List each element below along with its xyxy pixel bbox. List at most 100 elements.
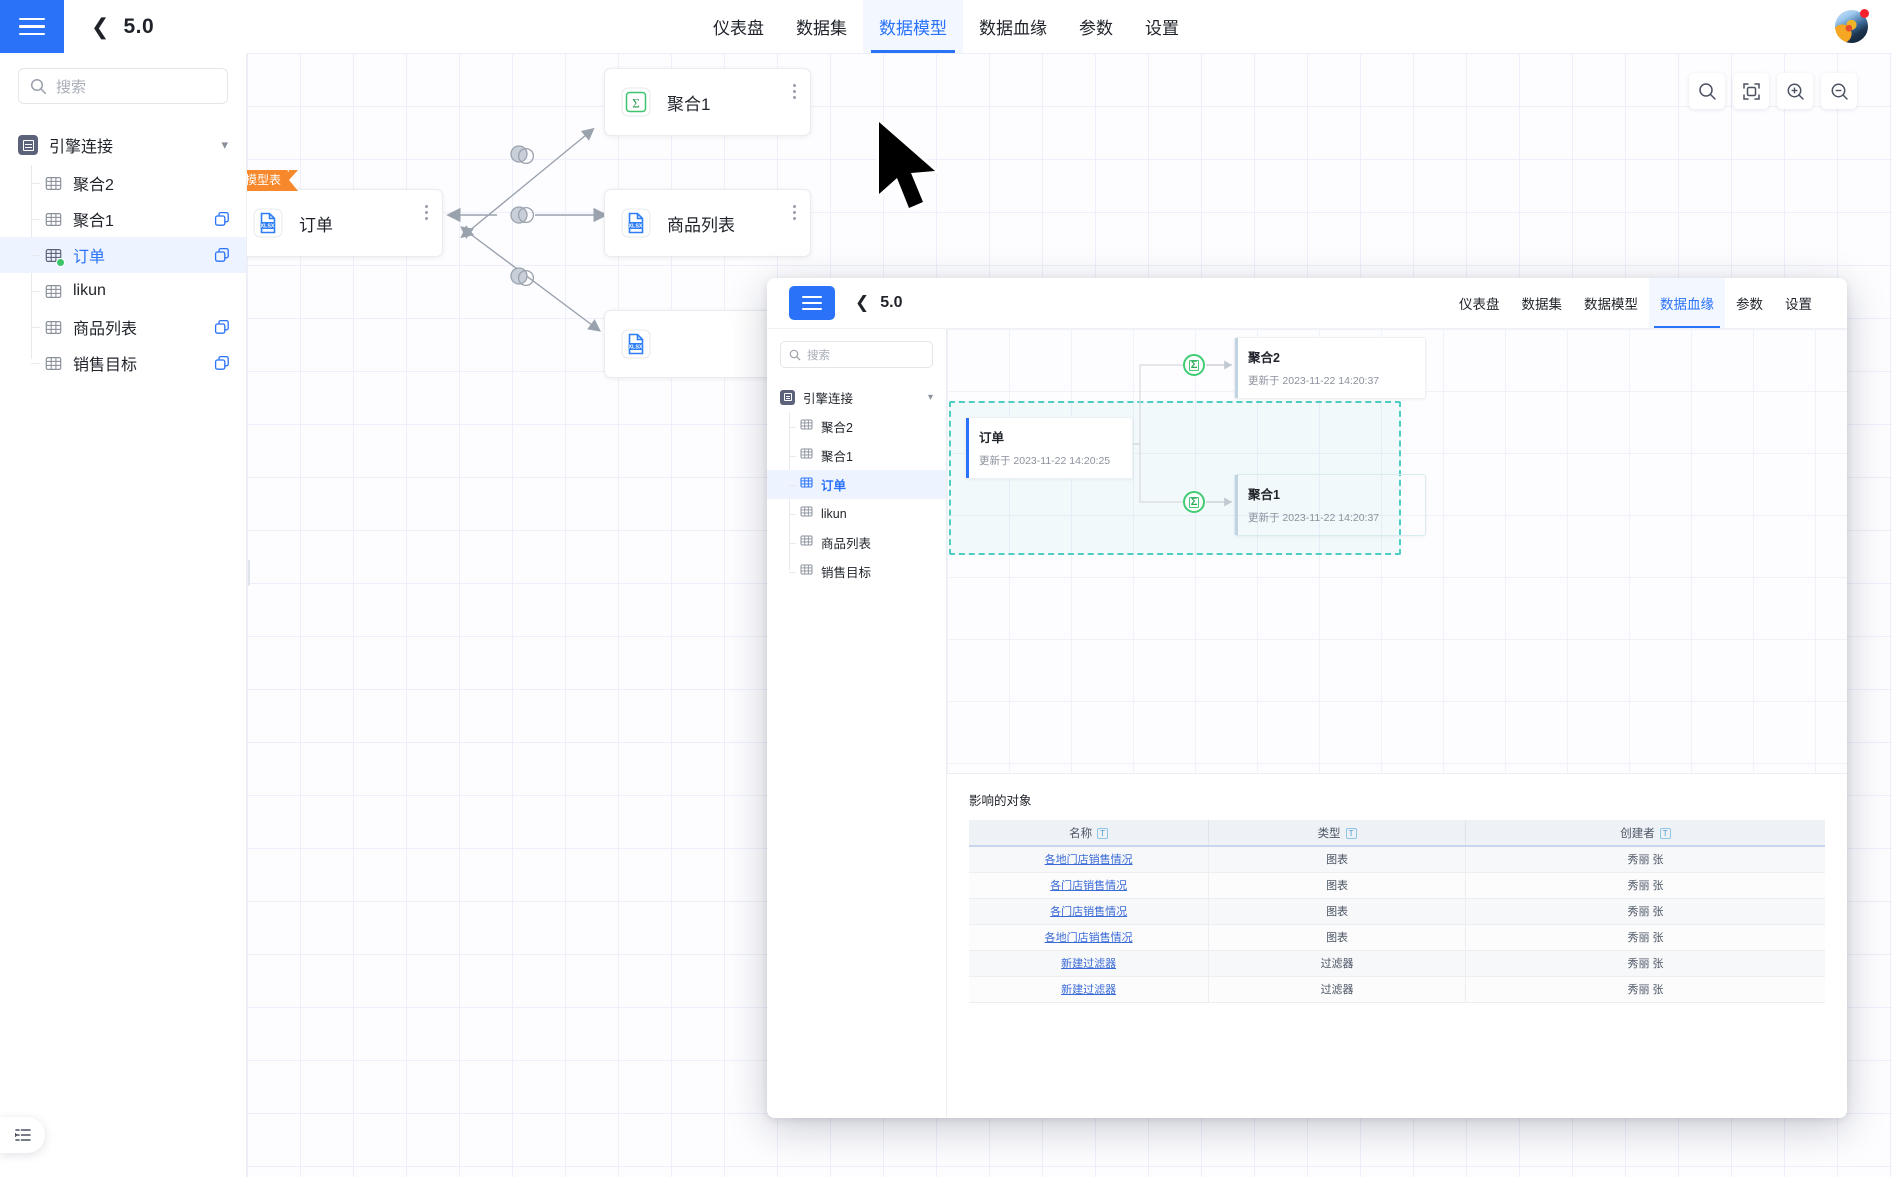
- app-root: ❮ 5.0 仪表盘 数据集 数据模型 数据血缘 参数 设置 Σ 聚合1 模型表 …: [0, 0, 1892, 1177]
- lineage-node-juhe1[interactable]: 聚合1 更新于 2023-11-22 14:20:37: [1234, 474, 1426, 536]
- sigma-icon[interactable]: Σ: [1183, 491, 1205, 513]
- copy-icon[interactable]: [214, 247, 230, 263]
- sidebar-item-juhe2[interactable]: 聚合2: [0, 165, 246, 201]
- avatar[interactable]: [1835, 9, 1869, 43]
- table-row[interactable]: 各地门店销售情况 图表 秀丽 张: [969, 924, 1825, 951]
- inner-sidebar-item-product-list[interactable]: 商品列表: [767, 528, 946, 557]
- table-row[interactable]: 各地门店销售情况 图表 秀丽 张: [969, 846, 1825, 873]
- node-more-menu-icon[interactable]: [793, 202, 796, 223]
- canvas-node-product-list[interactable]: XLSX 商品列表: [604, 189, 811, 257]
- panel-expand-icon[interactable]: [0, 1117, 45, 1153]
- svg-text:XLSX: XLSX: [628, 345, 642, 351]
- inner-tab-data-model[interactable]: 数据模型: [1573, 278, 1649, 328]
- table-icon: [800, 476, 813, 494]
- object-link[interactable]: 新建过滤器: [1061, 984, 1116, 996]
- table-row[interactable]: 各门店销售情况 图表 秀丽 张: [969, 872, 1825, 899]
- back-and-title[interactable]: ❮ 5.0: [91, 15, 154, 39]
- tab-data-lineage[interactable]: 数据血缘: [963, 0, 1063, 53]
- canvas-node-order[interactable]: 模型表 XLSX 订单: [247, 170, 443, 257]
- sidebar-item-order[interactable]: 订单: [0, 237, 246, 273]
- object-link[interactable]: 各门店销售情况: [1050, 880, 1127, 892]
- sidebar-resize-handle[interactable]: [247, 560, 253, 586]
- node-more-menu-icon[interactable]: [793, 81, 796, 102]
- chevron-down-icon[interactable]: ▾: [928, 392, 933, 403]
- inner-sidebar-item-label: 订单: [821, 479, 847, 493]
- tab-dataset[interactable]: 数据集: [780, 0, 863, 53]
- inner-tab-parameters[interactable]: 参数: [1725, 278, 1774, 328]
- sidebar-item-juhe1[interactable]: 聚合1: [0, 201, 246, 237]
- inner-sidebar-item-label: 聚合1: [821, 450, 853, 464]
- hamburger-menu-icon[interactable]: [0, 0, 64, 53]
- chevron-down-icon[interactable]: ▾: [221, 137, 228, 153]
- search-input[interactable]: 搜索: [18, 68, 228, 104]
- inner-sidebar-item-juhe2[interactable]: 聚合2: [767, 412, 946, 441]
- table-row[interactable]: 新建过滤器 过滤器 秀丽 张: [969, 976, 1825, 1003]
- inner-tab-dataset[interactable]: 数据集: [1511, 278, 1574, 328]
- zoom-in-icon[interactable]: [1777, 73, 1813, 109]
- lineage-node-meta: 更新于 2023-11-22 14:20:37: [1248, 512, 1380, 524]
- cell-creator: 秀丽 张: [1465, 898, 1825, 925]
- inner-hamburger-menu-icon[interactable]: [789, 286, 835, 320]
- lineage-graph[interactable]: Σ Σ 聚合2 更新于 2023-11-22 14:20:37 订单 更新于 2…: [947, 329, 1847, 774]
- column-header-type[interactable]: 类型 T: [1208, 820, 1466, 847]
- table-icon: [800, 418, 813, 436]
- inner-tab-settings[interactable]: 设置: [1774, 278, 1823, 328]
- canvas-node-label: 订单: [299, 215, 333, 235]
- zoom-out-icon[interactable]: [1821, 73, 1857, 109]
- inner-tab-dashboard[interactable]: 仪表盘: [1448, 278, 1511, 328]
- sidebar-item-sales-target[interactable]: 销售目标: [0, 345, 246, 381]
- tab-parameters[interactable]: 参数: [1063, 0, 1129, 53]
- copy-icon[interactable]: [214, 319, 230, 335]
- venn-join-icon[interactable]: [509, 144, 535, 169]
- chevron-left-icon[interactable]: ❮: [91, 15, 109, 38]
- copy-icon[interactable]: [214, 355, 230, 371]
- inner-search-input[interactable]: 搜索: [780, 341, 933, 368]
- tree-root-engine-connection[interactable]: 引擎连接 ▾: [0, 127, 246, 163]
- object-link[interactable]: 各门店销售情况: [1050, 906, 1127, 918]
- object-link[interactable]: 各地门店销售情况: [1045, 854, 1133, 866]
- copy-icon[interactable]: [214, 211, 230, 227]
- inner-page-title: 5.0: [880, 294, 903, 311]
- sidebar-item-label: 订单: [73, 249, 106, 266]
- lineage-node-order[interactable]: 订单 更新于 2023-11-22 14:20:25: [965, 417, 1133, 479]
- lineage-node-juhe2[interactable]: 聚合2 更新于 2023-11-22 14:20:37: [1234, 337, 1426, 399]
- inner-tree-root-engine-connection[interactable]: 引擎连接 ▾: [767, 383, 946, 411]
- hamburger-bars: [19, 13, 45, 41]
- table-row[interactable]: 各门店销售情况 图表 秀丽 张: [969, 898, 1825, 925]
- venn-join-icon[interactable]: [509, 266, 535, 291]
- text-filter-icon[interactable]: T: [1659, 827, 1671, 839]
- fit-screen-icon[interactable]: [1733, 73, 1769, 109]
- notification-dot: [1860, 9, 1869, 18]
- inner-sidebar-item-label: 销售目标: [821, 566, 872, 580]
- object-link[interactable]: 新建过滤器: [1061, 958, 1116, 970]
- sigma-icon[interactable]: Σ: [1183, 354, 1205, 376]
- column-header-creator[interactable]: 创建者 T: [1465, 820, 1825, 847]
- inner-app-window[interactable]: ❮ 5.0 仪表盘 数据集 数据模型 数据血缘 参数 设置 搜索 引擎连接 ▾ …: [767, 278, 1847, 1118]
- canvas-node-aggregate1[interactable]: Σ 聚合1: [604, 68, 811, 136]
- inner-tab-data-lineage[interactable]: 数据血缘: [1649, 278, 1725, 328]
- sidebar-item-product-list[interactable]: 商品列表: [0, 309, 246, 345]
- inner-sidebar-item-sales-target[interactable]: 销售目标: [767, 557, 946, 586]
- sidebar-item-likun[interactable]: likun: [0, 273, 246, 309]
- tab-data-model[interactable]: 数据模型: [863, 0, 963, 53]
- object-link[interactable]: 各地门店销售情况: [1045, 932, 1133, 944]
- tab-settings[interactable]: 设置: [1129, 0, 1195, 53]
- table-row[interactable]: 新建过滤器 过滤器 秀丽 张: [969, 950, 1825, 977]
- xlsx-file-icon: XLSX: [253, 208, 283, 238]
- tab-dashboard[interactable]: 仪表盘: [697, 0, 780, 53]
- canvas-node-label: 聚合1: [667, 94, 711, 114]
- inner-sidebar-item-order[interactable]: 订单: [767, 470, 946, 499]
- inner-sidebar-item-likun[interactable]: likun: [767, 499, 946, 528]
- lineage-node-title: 聚合2: [1248, 351, 1280, 365]
- text-filter-icon[interactable]: T: [1097, 827, 1109, 839]
- search-icon[interactable]: [1689, 73, 1725, 109]
- canvas-node-label: 商品列表: [667, 215, 735, 235]
- inner-sidebar-item-juhe1[interactable]: 聚合1: [767, 441, 946, 470]
- inner-chevron-left-icon[interactable]: ❮: [855, 293, 869, 313]
- column-header-name[interactable]: 名称 T: [969, 820, 1210, 847]
- text-filter-icon[interactable]: T: [1345, 827, 1357, 839]
- node-more-menu-icon[interactable]: [425, 202, 428, 223]
- venn-join-icon[interactable]: [509, 205, 535, 230]
- svg-text:XLSX: XLSX: [628, 224, 642, 230]
- inner-back-and-title[interactable]: ❮ 5.0: [855, 293, 903, 313]
